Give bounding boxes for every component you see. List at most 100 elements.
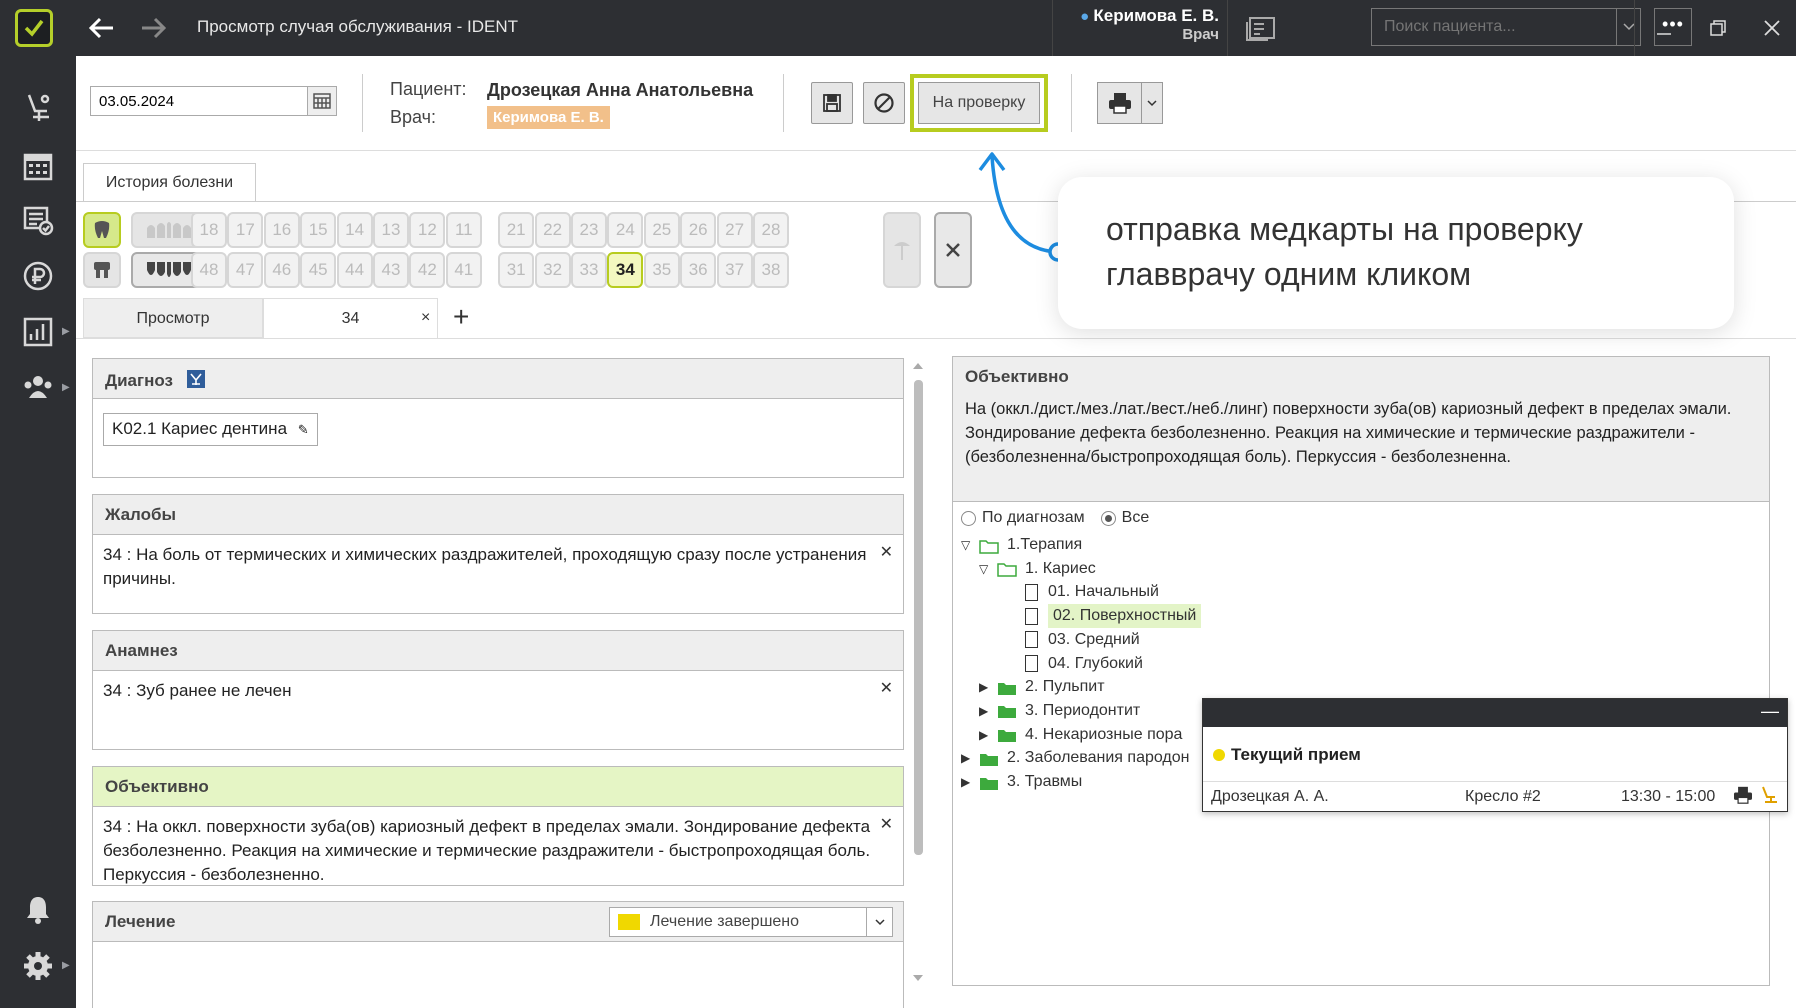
tab-view[interactable]: Просмотр — [83, 298, 263, 338]
lower-jaw-single-icon[interactable] — [83, 252, 121, 288]
tooth-42[interactable]: 42 — [409, 252, 446, 288]
anamnesis-text[interactable]: 34 : Зуб ранее не лечен — [103, 681, 292, 700]
tree-expand-icon[interactable]: ▶ — [979, 699, 997, 723]
tooth-21[interactable]: 21 — [498, 212, 535, 248]
remove-anamnesis-close-icon[interactable]: ✕ — [880, 677, 893, 701]
visit-print-icon[interactable] — [1733, 786, 1753, 809]
tooth-15[interactable]: 15 — [300, 212, 337, 248]
app-logo[interactable] — [15, 9, 53, 47]
tooth-27[interactable]: 27 — [716, 212, 753, 248]
complaints-text[interactable]: 34 : На боль от термических и химических… — [103, 545, 866, 588]
records-icon[interactable] — [14, 196, 62, 244]
tree-item[interactable]: ▶ 3. Травмы — [961, 770, 1082, 794]
patient-search-input[interactable] — [1371, 8, 1641, 46]
mkb-book-icon[interactable] — [186, 369, 206, 394]
tooth-17[interactable]: 17 — [227, 212, 264, 248]
print-button[interactable] — [1097, 82, 1163, 124]
reports-expand-icon[interactable]: ▶ — [62, 326, 70, 337]
tree-item[interactable]: ▶ 3. Периодонтит — [979, 699, 1140, 723]
restore-icon[interactable] — [1701, 12, 1735, 44]
patient-name[interactable]: Дрозецкая Анна Анатольевна — [487, 80, 753, 101]
tooth-41[interactable]: 41 — [445, 252, 482, 288]
close-icon[interactable] — [1755, 12, 1789, 44]
current-user[interactable]: ● Керимова Е. В. Врач — [1061, 6, 1219, 43]
implant-icon[interactable] — [883, 212, 921, 288]
tree-item[interactable]: ▶ 2. Пульпит — [979, 675, 1105, 699]
remove-objective-close-icon[interactable]: ✕ — [880, 813, 893, 837]
tab-history[interactable]: История болезни — [83, 163, 256, 201]
reports-icon[interactable] — [14, 308, 62, 356]
tooth-46[interactable]: 46 — [263, 252, 300, 288]
bell-icon[interactable] — [14, 886, 62, 934]
objective-text[interactable]: 34 : На оккл. поверхности зуба(ов) карио… — [103, 817, 870, 884]
tree-item[interactable]: ▶ 4. Некариозные пора — [979, 723, 1182, 747]
tree-collapse-icon[interactable]: ▽ — [961, 533, 979, 557]
treatment-status-select[interactable]: Лечение завершено — [609, 907, 893, 937]
popup-minimize-icon[interactable]: — — [1761, 701, 1779, 722]
tooth-45[interactable]: 45 — [300, 252, 337, 288]
tooth-11[interactable]: 11 — [445, 212, 482, 248]
visit-date-field[interactable] — [90, 86, 310, 116]
scroll-thumb[interactable] — [914, 380, 923, 855]
tooth-35[interactable]: 35 — [643, 252, 680, 288]
tab-close-icon[interactable]: × — [421, 298, 441, 338]
radio-by-diagnosis[interactable] — [961, 510, 976, 526]
tree-expand-icon[interactable]: ▶ — [979, 675, 997, 699]
tooth-34[interactable]: 34 — [607, 252, 644, 288]
send-for-review-button[interactable]: На проверку — [918, 82, 1040, 124]
calendar-icon[interactable] — [14, 142, 62, 190]
tooth-48[interactable]: 48 — [191, 252, 227, 288]
template-text[interactable]: На (оккл./дист./мез./лат./вест./неб./лин… — [965, 397, 1757, 469]
tooth-36[interactable]: 36 — [680, 252, 717, 288]
tooth-16[interactable]: 16 — [263, 212, 300, 248]
tree-expand-icon[interactable]: ▶ — [961, 746, 979, 770]
add-tab-icon[interactable]: + — [453, 298, 469, 336]
edit-pencil-icon[interactable]: ✎ — [298, 422, 309, 437]
tooth-22[interactable]: 22 — [534, 212, 571, 248]
print-dropdown-chevron-icon[interactable] — [1142, 83, 1162, 123]
tooth-37[interactable]: 37 — [716, 252, 753, 288]
visit-row[interactable]: Дрозецкая А. А. Кресло #2 13:30 - 15:00 — [1203, 781, 1787, 811]
tooth-12[interactable]: 12 — [409, 212, 446, 248]
tooth-28[interactable]: 28 — [753, 212, 789, 248]
visit-chair-icon[interactable] — [1759, 785, 1779, 810]
patient-card-icon[interactable] — [1245, 12, 1277, 44]
search-dropdown-chevron-icon[interactable] — [1616, 9, 1640, 45]
tooth-47[interactable]: 47 — [227, 252, 264, 288]
settings-expand-icon[interactable]: ▶ — [62, 960, 70, 971]
status-dropdown-chevron-icon[interactable] — [866, 908, 892, 936]
staff-icon[interactable] — [14, 364, 62, 412]
tooth-23[interactable]: 23 — [571, 212, 607, 248]
left-scrollbar[interactable] — [911, 362, 925, 984]
cancel-button[interactable] — [863, 82, 905, 124]
tree-item[interactable]: 01. Начальный — [1025, 580, 1159, 604]
tree-item[interactable]: ▽ 1. Кариес — [979, 557, 1096, 581]
tooth-33[interactable]: 33 — [571, 252, 607, 288]
radio-all[interactable] — [1100, 510, 1116, 526]
remove-complaint-close-icon[interactable]: ✕ — [880, 541, 893, 565]
tooth-25[interactable]: 25 — [643, 212, 680, 248]
tooth-24[interactable]: 24 — [607, 212, 644, 248]
tooth-43[interactable]: 43 — [373, 252, 409, 288]
tooth-31[interactable]: 31 — [498, 252, 535, 288]
tooth-18[interactable]: 18 — [191, 212, 227, 248]
calendar-picker-icon[interactable] — [307, 86, 337, 116]
tree-item[interactable]: 02. Поверхностный — [1025, 604, 1202, 629]
single-tooth-mode-icon[interactable] — [83, 212, 121, 248]
tooth-32[interactable]: 32 — [534, 252, 571, 288]
tree-collapse-icon[interactable]: ▽ — [979, 557, 997, 581]
back-arrow-icon[interactable] — [86, 12, 118, 44]
dental-chair-icon[interactable] — [14, 84, 62, 132]
staff-expand-icon[interactable]: ▶ — [62, 382, 70, 393]
tooth-13[interactable]: 13 — [373, 212, 409, 248]
minimize-icon[interactable] — [1647, 12, 1681, 44]
tree-item[interactable]: 04. Глубокий — [1025, 652, 1143, 676]
tooth-44[interactable]: 44 — [336, 252, 373, 288]
tree-item[interactable]: ▽ 1.Терапия — [961, 533, 1082, 557]
tooth-14[interactable]: 14 — [336, 212, 373, 248]
tooth-26[interactable]: 26 — [680, 212, 717, 248]
tree-expand-icon[interactable]: ▶ — [979, 723, 997, 747]
tree-item[interactable]: ▶ 2. Заболевания пародон — [961, 746, 1189, 770]
tooth-38[interactable]: 38 — [753, 252, 789, 288]
settings-gear-icon[interactable] — [14, 942, 62, 990]
